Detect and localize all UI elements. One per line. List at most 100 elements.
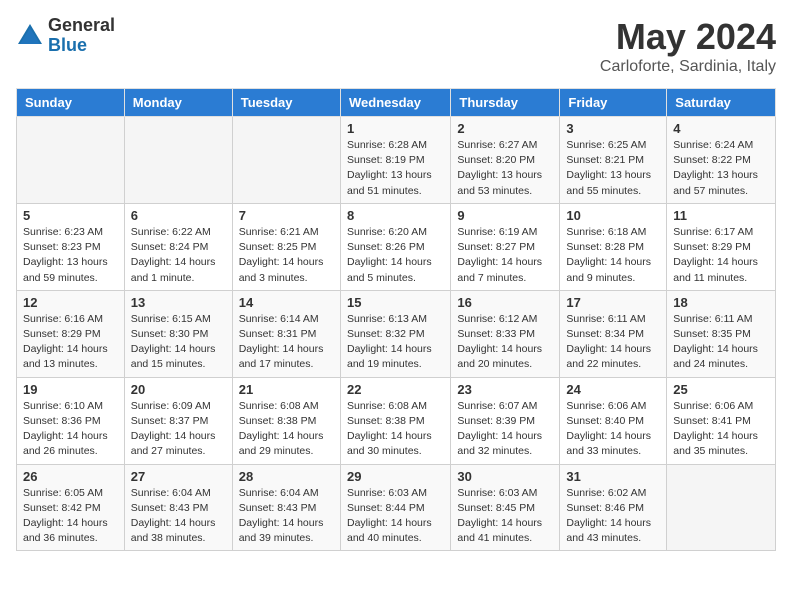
day-number: 31 [566,469,660,484]
calendar-cell: 15 Sunrise: 6:13 AM Sunset: 8:32 PM Dayli… [340,290,450,377]
day-number: 30 [457,469,553,484]
calendar-cell [232,117,340,204]
logo-icon [16,22,44,50]
day-number: 11 [673,208,769,223]
day-number: 23 [457,382,553,397]
calendar-cell: 9 Sunrise: 6:19 AM Sunset: 8:27 PM Daylig… [451,203,560,290]
calendar-cell: 22 Sunrise: 6:08 AM Sunset: 8:38 PM Dayli… [340,377,450,464]
calendar-cell: 25 Sunrise: 6:06 AM Sunset: 8:41 PM Dayli… [667,377,776,464]
logo-general-text: General [48,16,115,36]
calendar-table: SundayMondayTuesdayWednesdayThursdayFrid… [16,88,776,551]
day-number: 6 [131,208,226,223]
day-info: Sunrise: 6:22 AM Sunset: 8:24 PM Dayligh… [131,225,226,286]
day-number: 5 [23,208,118,223]
day-number: 17 [566,295,660,310]
day-number: 21 [239,382,334,397]
calendar-header-row: SundayMondayTuesdayWednesdayThursdayFrid… [17,89,776,117]
day-number: 28 [239,469,334,484]
day-number: 25 [673,382,769,397]
day-info: Sunrise: 6:21 AM Sunset: 8:25 PM Dayligh… [239,225,334,286]
day-info: Sunrise: 6:15 AM Sunset: 8:30 PM Dayligh… [131,312,226,373]
calendar-cell: 3Sunrise: 6:25 AM Sunset: 8:21 PM Daylig… [560,117,667,204]
day-number: 14 [239,295,334,310]
day-info: Sunrise: 6:27 AM Sunset: 8:20 PM Dayligh… [457,138,553,199]
calendar-week-row: 12Sunrise: 6:16 AM Sunset: 8:29 PM Dayli… [17,290,776,377]
calendar-cell: 12Sunrise: 6:16 AM Sunset: 8:29 PM Dayli… [17,290,125,377]
day-number: 20 [131,382,226,397]
calendar-cell: 4 Sunrise: 6:24 AM Sunset: 8:22 PM Daylig… [667,117,776,204]
month-title: May 2024 [600,16,776,58]
weekday-header: Wednesday [340,89,450,117]
calendar-week-row: 1Sunrise: 6:28 AM Sunset: 8:19 PM Daylig… [17,117,776,204]
day-info: Sunrise: 6:06 AM Sunset: 8:41 PM Dayligh… [673,399,769,460]
day-info: Sunrise: 6:13 AM Sunset: 8:32 PM Dayligh… [347,312,444,373]
day-info: Sunrise: 6:05 AM Sunset: 8:42 PM Dayligh… [23,486,118,547]
weekday-header: Friday [560,89,667,117]
calendar-cell: 18Sunrise: 6:11 AM Sunset: 8:35 PM Dayli… [667,290,776,377]
logo-blue-text: Blue [48,36,115,56]
calendar-cell: 27 Sunrise: 6:04 AM Sunset: 8:43 PM Dayli… [124,464,232,551]
day-number: 10 [566,208,660,223]
day-number: 15 [347,295,444,310]
day-number: 27 [131,469,226,484]
calendar-cell: 8Sunrise: 6:20 AM Sunset: 8:26 PM Daylig… [340,203,450,290]
day-info: Sunrise: 6:02 AM Sunset: 8:46 PM Dayligh… [566,486,660,547]
calendar-week-row: 5 Sunrise: 6:23 AM Sunset: 8:23 PM Daylig… [17,203,776,290]
calendar-cell [17,117,125,204]
calendar-cell: 1Sunrise: 6:28 AM Sunset: 8:19 PM Daylig… [340,117,450,204]
calendar-cell: 26 Sunrise: 6:05 AM Sunset: 8:42 PM Dayli… [17,464,125,551]
day-number: 4 [673,121,769,136]
day-info: Sunrise: 6:03 AM Sunset: 8:44 PM Dayligh… [347,486,444,547]
calendar-cell: 24 Sunrise: 6:06 AM Sunset: 8:40 PM Dayli… [560,377,667,464]
day-info: Sunrise: 6:23 AM Sunset: 8:23 PM Dayligh… [23,225,118,286]
day-number: 26 [23,469,118,484]
calendar-cell: 16 Sunrise: 6:12 AM Sunset: 8:33 PM Dayli… [451,290,560,377]
calendar-cell: 17 Sunrise: 6:11 AM Sunset: 8:34 PM Dayli… [560,290,667,377]
day-info: Sunrise: 6:03 AM Sunset: 8:45 PM Dayligh… [457,486,553,547]
calendar-cell: 10 Sunrise: 6:18 AM Sunset: 8:28 PM Dayli… [560,203,667,290]
day-info: Sunrise: 6:07 AM Sunset: 8:39 PM Dayligh… [457,399,553,460]
weekday-header: Thursday [451,89,560,117]
calendar-cell: 13 Sunrise: 6:15 AM Sunset: 8:30 PM Dayli… [124,290,232,377]
calendar-cell: 5 Sunrise: 6:23 AM Sunset: 8:23 PM Daylig… [17,203,125,290]
day-info: Sunrise: 6:06 AM Sunset: 8:40 PM Dayligh… [566,399,660,460]
day-number: 16 [457,295,553,310]
weekday-header: Monday [124,89,232,117]
day-info: Sunrise: 6:09 AM Sunset: 8:37 PM Dayligh… [131,399,226,460]
calendar-cell: 14 Sunrise: 6:14 AM Sunset: 8:31 PM Dayli… [232,290,340,377]
day-info: Sunrise: 6:08 AM Sunset: 8:38 PM Dayligh… [239,399,334,460]
day-number: 9 [457,208,553,223]
day-number: 22 [347,382,444,397]
weekday-header: Saturday [667,89,776,117]
calendar-cell [124,117,232,204]
calendar-cell [667,464,776,551]
day-info: Sunrise: 6:11 AM Sunset: 8:34 PM Dayligh… [566,312,660,373]
day-number: 3 [566,121,660,136]
logo: General Blue [16,16,115,56]
day-info: Sunrise: 6:04 AM Sunset: 8:43 PM Dayligh… [131,486,226,547]
day-info: Sunrise: 6:11 AM Sunset: 8:35 PM Dayligh… [673,312,769,373]
day-info: Sunrise: 6:18 AM Sunset: 8:28 PM Dayligh… [566,225,660,286]
day-info: Sunrise: 6:12 AM Sunset: 8:33 PM Dayligh… [457,312,553,373]
calendar-cell: 19 Sunrise: 6:10 AM Sunset: 8:36 PM Dayli… [17,377,125,464]
day-info: Sunrise: 6:04 AM Sunset: 8:43 PM Dayligh… [239,486,334,547]
day-number: 24 [566,382,660,397]
day-info: Sunrise: 6:16 AM Sunset: 8:29 PM Dayligh… [23,312,118,373]
day-info: Sunrise: 6:19 AM Sunset: 8:27 PM Dayligh… [457,225,553,286]
day-info: Sunrise: 6:08 AM Sunset: 8:38 PM Dayligh… [347,399,444,460]
calendar-cell: 11Sunrise: 6:17 AM Sunset: 8:29 PM Dayli… [667,203,776,290]
day-info: Sunrise: 6:10 AM Sunset: 8:36 PM Dayligh… [23,399,118,460]
day-info: Sunrise: 6:24 AM Sunset: 8:22 PM Dayligh… [673,138,769,199]
calendar-cell: 23 Sunrise: 6:07 AM Sunset: 8:39 PM Dayli… [451,377,560,464]
calendar-week-row: 19 Sunrise: 6:10 AM Sunset: 8:36 PM Dayli… [17,377,776,464]
calendar-cell: 31 Sunrise: 6:02 AM Sunset: 8:46 PM Dayli… [560,464,667,551]
day-number: 19 [23,382,118,397]
weekday-header: Tuesday [232,89,340,117]
day-info: Sunrise: 6:14 AM Sunset: 8:31 PM Dayligh… [239,312,334,373]
calendar-cell: 21 Sunrise: 6:08 AM Sunset: 8:38 PM Dayli… [232,377,340,464]
day-number: 1 [347,121,444,136]
day-number: 8 [347,208,444,223]
page-header: General Blue May 2024 Carloforte, Sardin… [16,16,776,76]
day-number: 13 [131,295,226,310]
calendar-cell: 2Sunrise: 6:27 AM Sunset: 8:20 PM Daylig… [451,117,560,204]
